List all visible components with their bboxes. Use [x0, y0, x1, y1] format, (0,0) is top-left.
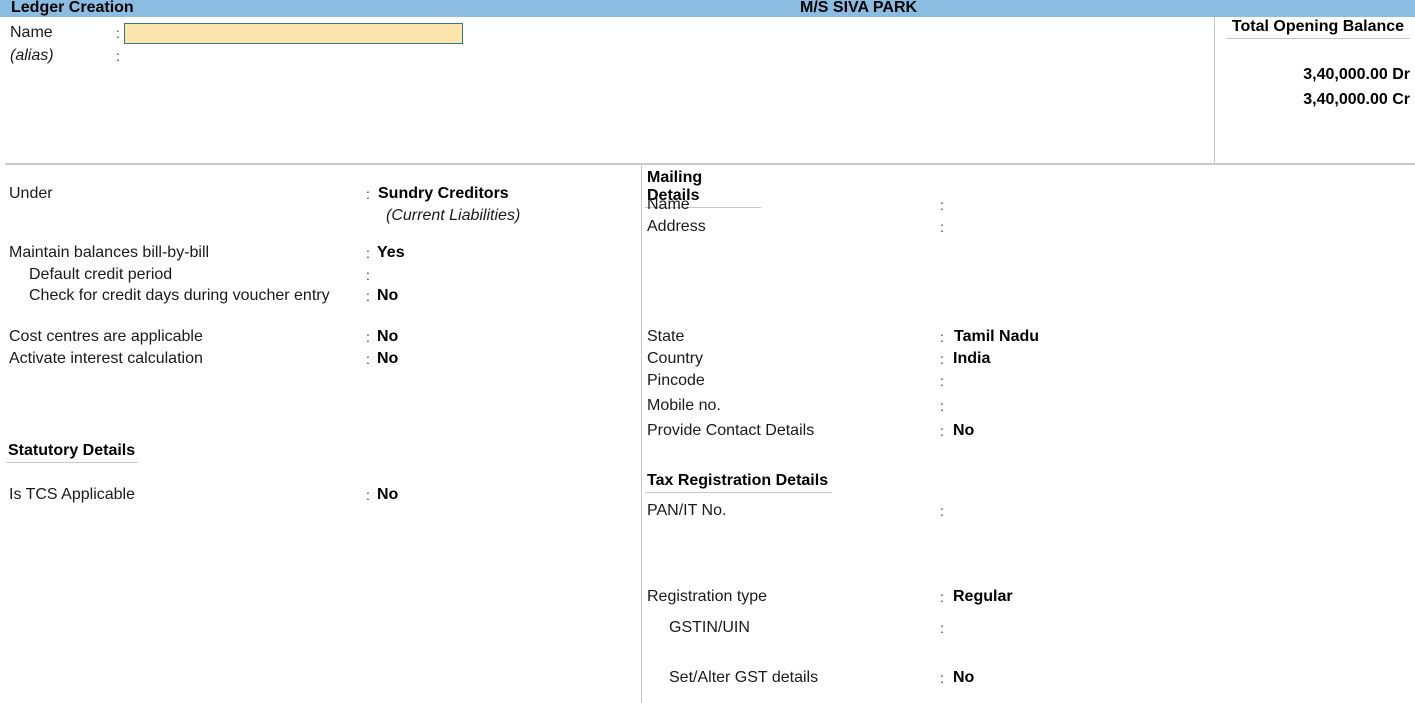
default-credit-period-label: Default credit period [29, 266, 173, 283]
alias-field[interactable] [124, 47, 463, 67]
interest-calc-value[interactable]: No [377, 350, 398, 368]
name-label: Name [10, 24, 53, 41]
cost-centres-value[interactable]: No [377, 328, 398, 346]
gst-details-colon: : [940, 670, 944, 686]
contact-details-colon: : [940, 423, 944, 439]
opening-balance-credit: 3,40,000.00 Cr [1303, 91, 1410, 108]
pincode-value[interactable] [953, 372, 1103, 390]
interest-calc-colon: : [366, 351, 370, 367]
opening-balance-debit: 3,40,000.00 Dr [1303, 66, 1410, 83]
alias-colon: : [116, 48, 120, 64]
mailing-name-value[interactable] [953, 196, 1253, 214]
default-credit-period-value[interactable] [377, 266, 497, 284]
gst-details-label: Set/Alter GST details [669, 669, 819, 686]
country-value[interactable]: India [953, 350, 990, 368]
check-credit-days-label: Check for credit days during voucher ent… [29, 287, 330, 304]
bill-by-bill-colon: : [366, 245, 370, 261]
interest-calc-label: Activate interest calculation [9, 350, 203, 367]
tcs-colon: : [366, 487, 370, 503]
address-colon: : [940, 219, 944, 235]
default-credit-period-colon: : [366, 267, 370, 283]
check-credit-days-colon: : [366, 288, 370, 304]
tcs-label: Is TCS Applicable [9, 486, 135, 503]
registration-type-colon: : [940, 589, 944, 605]
screen-title: Ledger Creation [11, 0, 134, 16]
address-label: Address [647, 218, 706, 235]
mobile-colon: : [940, 398, 944, 414]
gstin-colon: : [940, 620, 944, 636]
state-colon: : [940, 329, 944, 345]
mobile-value[interactable] [953, 397, 1103, 415]
pincode-colon: : [940, 373, 944, 389]
bill-by-bill-value[interactable]: Yes [377, 244, 405, 262]
alias-label: (alias) [10, 47, 54, 64]
under-colon: : [366, 186, 370, 202]
cost-centres-label: Cost centres are applicable [9, 328, 203, 345]
tcs-value[interactable]: No [377, 486, 398, 504]
country-label: Country [647, 350, 704, 367]
pan-label: PAN/IT No. [647, 502, 727, 519]
state-label: State [647, 328, 685, 345]
contact-details-value[interactable]: No [953, 422, 974, 440]
mailing-name-colon: : [940, 197, 944, 213]
under-label: Under [9, 185, 53, 202]
bill-by-bill-label: Maintain balances bill-by-bill [9, 244, 210, 261]
title-bar: Ledger Creation M/S SIVA PARK [0, 0, 1415, 17]
state-value[interactable]: Tamil Nadu [954, 328, 1039, 346]
mobile-label: Mobile no. [647, 397, 721, 414]
gst-details-value[interactable]: No [953, 669, 974, 687]
company-name: M/S SIVA PARK [800, 0, 918, 16]
check-credit-days-value[interactable]: No [377, 287, 398, 305]
cost-centres-colon: : [366, 329, 370, 345]
pan-colon: : [940, 503, 944, 519]
gstin-value[interactable] [953, 619, 1153, 637]
contact-details-label: Provide Contact Details [647, 422, 815, 439]
horizontal-divider [5, 163, 1415, 165]
pan-value[interactable] [953, 502, 1153, 520]
country-colon: : [940, 351, 944, 367]
opening-balance-divider [1214, 17, 1215, 163]
statutory-details-title: Statutory Details [6, 442, 138, 463]
under-value[interactable]: Sundry Creditors [378, 185, 509, 203]
tax-registration-title: Tax Registration Details [645, 472, 832, 493]
ledger-name-input[interactable] [124, 23, 463, 44]
pincode-label: Pincode [647, 372, 705, 389]
registration-type-value[interactable]: Regular [953, 588, 1013, 606]
under-parent-group: (Current Liabilities) [386, 207, 521, 224]
address-value[interactable] [953, 218, 1253, 318]
total-opening-balance-title: Total Opening Balance [1226, 18, 1410, 39]
vertical-divider [641, 164, 642, 703]
name-colon: : [116, 25, 120, 41]
registration-type-label: Registration type [647, 588, 768, 605]
gstin-label: GSTIN/UIN [669, 619, 750, 636]
mailing-name-label: Name [647, 196, 690, 213]
